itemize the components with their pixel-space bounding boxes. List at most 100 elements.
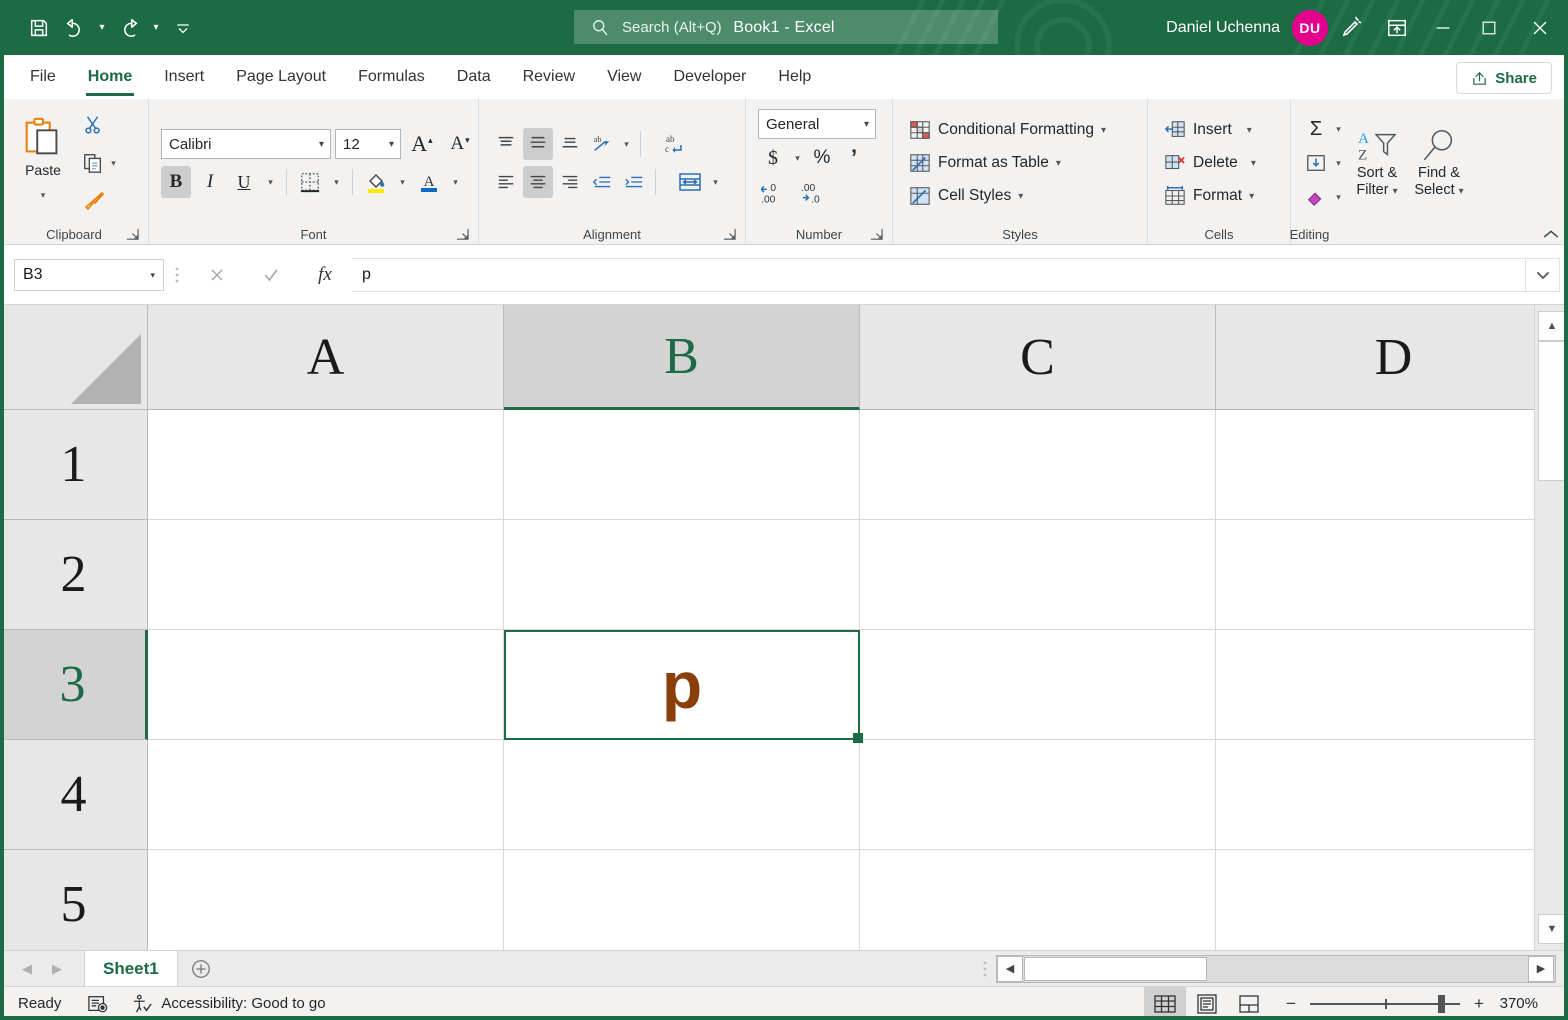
tab-home[interactable]: Home bbox=[72, 55, 148, 99]
formula-bar-grip[interactable] bbox=[164, 259, 190, 291]
account-name[interactable]: Daniel Uchenna bbox=[1166, 19, 1280, 37]
maximize-button[interactable] bbox=[1466, 0, 1512, 55]
clipboard-dialog-launcher[interactable] bbox=[126, 228, 140, 242]
redo-dropdown-icon[interactable]: ▾ bbox=[148, 11, 164, 45]
increase-font-size-button[interactable]: A ▴ bbox=[405, 128, 439, 160]
avatar[interactable]: DU bbox=[1292, 10, 1328, 46]
select-all-button[interactable] bbox=[0, 305, 148, 410]
font-color-button[interactable]: A bbox=[414, 166, 444, 198]
tab-data[interactable]: Data bbox=[441, 55, 507, 99]
horizontal-scroll-thumb[interactable] bbox=[1024, 957, 1207, 981]
decrease-indent-button[interactable] bbox=[587, 166, 617, 198]
italic-button[interactable]: I bbox=[195, 166, 225, 198]
zoom-out-button[interactable]: − bbox=[1284, 994, 1298, 1014]
insert-function-button[interactable]: fx bbox=[298, 258, 352, 292]
cell-a2[interactable] bbox=[148, 520, 504, 630]
record-macro-icon[interactable] bbox=[87, 994, 109, 1014]
clear-button[interactable]: ▾ bbox=[1301, 181, 1346, 213]
pen-ribbon-display-icon[interactable] bbox=[1328, 0, 1374, 55]
undo-icon[interactable] bbox=[58, 11, 92, 45]
cell-b4[interactable] bbox=[504, 740, 860, 850]
tab-file[interactable]: File bbox=[14, 55, 72, 99]
align-right-button[interactable] bbox=[555, 166, 585, 198]
fill-dropdown-icon[interactable]: ▾ bbox=[1331, 147, 1346, 179]
collapse-ribbon-button[interactable] bbox=[1542, 227, 1560, 241]
tab-formulas[interactable]: Formulas bbox=[342, 55, 441, 99]
formula-input[interactable]: p bbox=[352, 258, 1526, 292]
paste-dropdown-icon[interactable]: ▾ bbox=[36, 179, 51, 211]
cancel-entry-button[interactable] bbox=[190, 258, 244, 292]
zoom-slider[interactable] bbox=[1310, 987, 1460, 1020]
name-box[interactable]: B3 ▾ bbox=[14, 259, 164, 291]
cell-d2[interactable] bbox=[1216, 520, 1568, 630]
borders-dropdown-icon[interactable]: ▾ bbox=[329, 166, 344, 198]
tab-insert[interactable]: Insert bbox=[148, 55, 220, 99]
align-center-button[interactable] bbox=[523, 166, 553, 198]
search-input[interactable]: Search (Alt+Q) bbox=[574, 10, 998, 44]
accessibility-status[interactable]: Accessibility: Good to go bbox=[131, 994, 325, 1014]
scroll-up-icon[interactable]: ▲ bbox=[1538, 311, 1566, 341]
ribbon-display-options-icon[interactable] bbox=[1374, 0, 1420, 55]
cell-a5[interactable] bbox=[148, 850, 504, 950]
zoom-slider-thumb[interactable] bbox=[1438, 995, 1445, 1013]
increase-indent-button[interactable] bbox=[619, 166, 649, 198]
increase-decimal-button[interactable]: 0 .00 bbox=[758, 177, 794, 209]
cell-a1[interactable] bbox=[148, 410, 504, 520]
sheet-prev-icon[interactable]: ◀ bbox=[22, 961, 32, 977]
row-header-5[interactable]: 5 bbox=[0, 850, 148, 950]
font-dialog-launcher[interactable] bbox=[456, 228, 470, 242]
add-sheet-button[interactable] bbox=[178, 958, 224, 980]
insert-cells-button[interactable]: Insert ▾ bbox=[1158, 115, 1262, 146]
vertical-scroll-thumb[interactable] bbox=[1538, 341, 1566, 481]
font-family-select[interactable]: Calibri ▾ bbox=[161, 129, 331, 159]
decrease-decimal-button[interactable]: .00 .0 bbox=[796, 177, 832, 209]
cell-a3[interactable] bbox=[148, 630, 504, 740]
cell-styles-button[interactable]: Cell Styles ▾ bbox=[903, 181, 1112, 212]
tab-view[interactable]: View bbox=[591, 55, 657, 99]
page-break-icon[interactable] bbox=[1228, 987, 1270, 1020]
format-as-table-button[interactable]: Format as Table ▾ bbox=[903, 148, 1112, 179]
cell-c5[interactable] bbox=[860, 850, 1216, 950]
conditional-formatting-button[interactable]: Conditional Formatting ▾ bbox=[903, 115, 1112, 146]
cell-c1[interactable] bbox=[860, 410, 1216, 520]
cell-c2[interactable] bbox=[860, 520, 1216, 630]
cell-d1[interactable] bbox=[1216, 410, 1568, 520]
row-header-1[interactable]: 1 bbox=[0, 410, 148, 520]
horizontal-scrollbar[interactable]: ◀ ▶ bbox=[996, 955, 1556, 983]
tab-review[interactable]: Review bbox=[507, 55, 591, 99]
text-orientation-dropdown-icon[interactable]: ▾ bbox=[619, 128, 634, 160]
number-dialog-launcher[interactable] bbox=[870, 228, 884, 242]
row-header-4[interactable]: 4 bbox=[0, 740, 148, 850]
cell-b3[interactable]: p bbox=[504, 630, 860, 740]
decrease-font-size-button[interactable]: A ▾ bbox=[443, 128, 477, 160]
fill-color-button[interactable] bbox=[361, 166, 391, 198]
column-header-a[interactable]: A bbox=[148, 305, 504, 410]
autosum-dropdown-icon[interactable]: ▾ bbox=[1331, 113, 1346, 145]
clear-dropdown-icon[interactable]: ▾ bbox=[1331, 181, 1346, 213]
cell-d4[interactable] bbox=[1216, 740, 1568, 850]
normal-view-icon[interactable] bbox=[1144, 987, 1186, 1020]
scroll-down-icon[interactable]: ▼ bbox=[1538, 914, 1566, 944]
number-format-select[interactable]: General ▾ bbox=[758, 109, 876, 139]
font-size-select[interactable]: 12 ▾ bbox=[335, 129, 401, 159]
copy-dropdown-icon[interactable]: ▾ bbox=[106, 147, 121, 179]
cut-button[interactable] bbox=[82, 107, 121, 143]
row-header-2[interactable]: 2 bbox=[0, 520, 148, 630]
underline-dropdown-icon[interactable]: ▾ bbox=[263, 166, 278, 198]
align-left-button[interactable] bbox=[491, 166, 521, 198]
alignment-dialog-launcher[interactable] bbox=[723, 228, 737, 242]
close-button[interactable] bbox=[1512, 0, 1568, 55]
cell-c3[interactable] bbox=[860, 630, 1216, 740]
expand-formula-bar-button[interactable] bbox=[1526, 258, 1560, 292]
align-bottom-button[interactable] bbox=[555, 128, 585, 160]
autosum-button[interactable]: Σ ▾ bbox=[1301, 113, 1346, 145]
zoom-in-button[interactable]: + bbox=[1472, 994, 1486, 1014]
currency-button[interactable]: $ bbox=[758, 142, 788, 174]
align-middle-button[interactable] bbox=[523, 128, 553, 160]
vertical-scrollbar[interactable]: ▲ ▼ bbox=[1534, 305, 1568, 950]
bold-button[interactable]: B bbox=[161, 166, 191, 198]
save-icon[interactable] bbox=[22, 11, 56, 45]
minimize-button[interactable] bbox=[1420, 0, 1466, 55]
cell-a4[interactable] bbox=[148, 740, 504, 850]
merge-center-dropdown-icon[interactable]: ▾ bbox=[708, 166, 723, 198]
